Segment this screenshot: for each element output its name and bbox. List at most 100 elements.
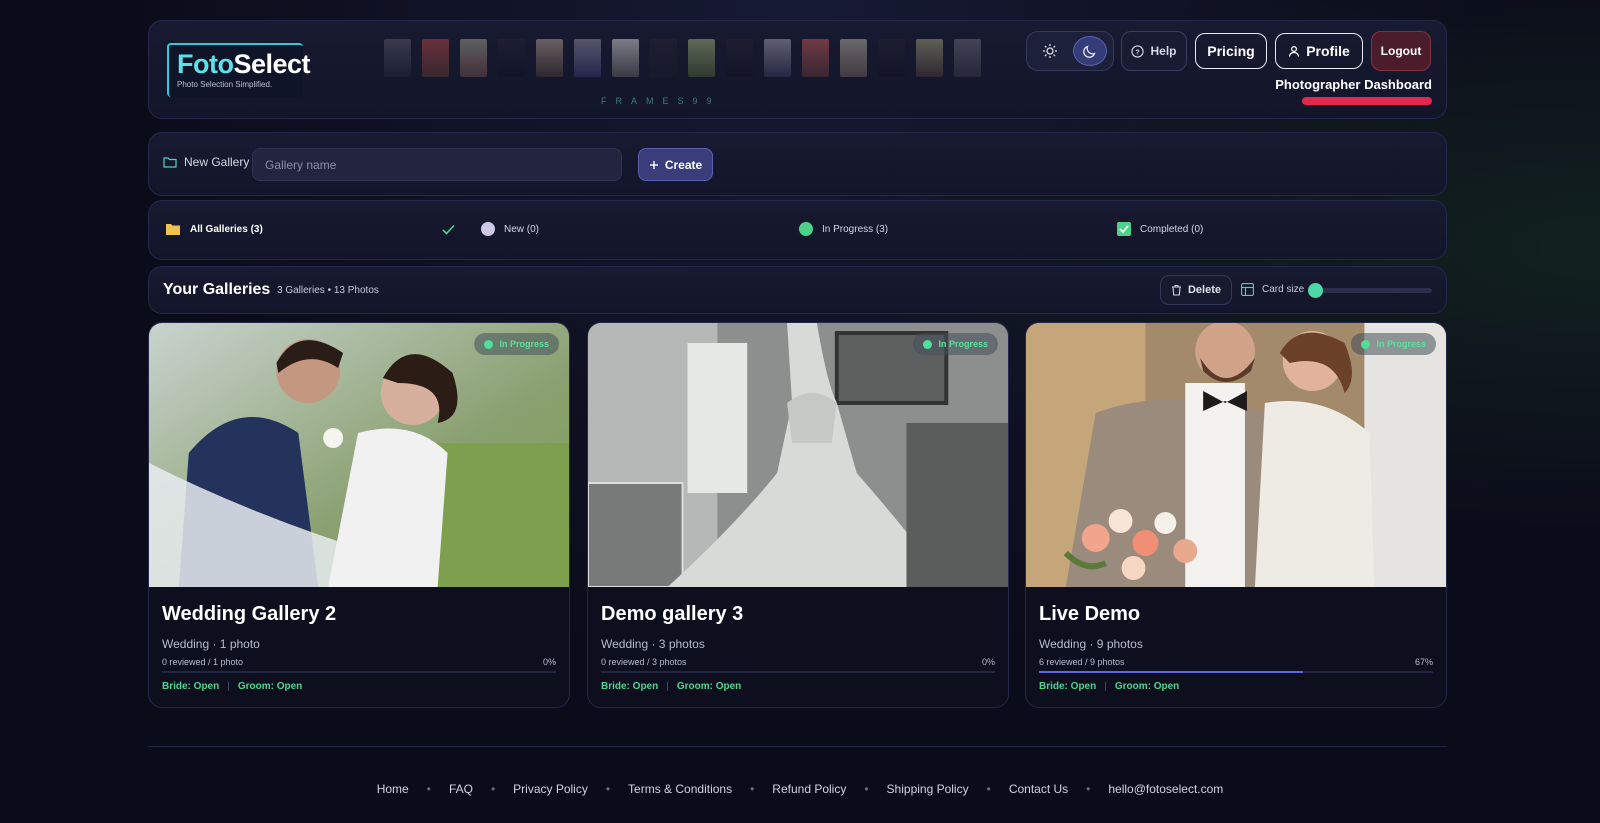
card-size-slider-handle[interactable] [1308, 283, 1323, 298]
new-gallery-label: New Gallery [163, 155, 249, 169]
dashboard-title: Photographer Dashboard [1275, 77, 1432, 92]
thumbnail [384, 39, 411, 77]
thumbnail [460, 39, 487, 77]
gallery-name-input[interactable]: Gallery name [252, 148, 622, 181]
new-status-dot [481, 222, 495, 236]
filter-in-progress[interactable]: In Progress (3) [799, 222, 888, 236]
gallery-cover-photo [149, 323, 569, 587]
sun-icon [1043, 44, 1057, 58]
access-status: Bride: Open | Groom: Open [1039, 681, 1180, 692]
gallery-card[interactable]: In Progress Wedding Gallery 2 Wedding · … [148, 322, 570, 708]
help-label: Help [1150, 44, 1177, 58]
theme-toggle [1026, 31, 1114, 71]
groom-status: Groom: Open [676, 681, 742, 692]
footer-link-shipping[interactable]: Shipping Policy [887, 782, 969, 796]
thumbnail [802, 39, 829, 77]
footer-link-email[interactable]: hello@fotoselect.com [1108, 782, 1223, 796]
gallery-subtitle: Wedding · 9 photos [1039, 637, 1143, 651]
help-icon: ? [1131, 44, 1145, 58]
gallery-card[interactable]: In Progress Live Demo Wedding · 9 photos… [1025, 322, 1447, 708]
gallery-count: 3 Galleries • 13 Photos [277, 285, 379, 296]
reviewed-count: 0 reviewed / 3 photos [601, 657, 687, 667]
thumbnail [498, 39, 525, 77]
fotoselect-logo[interactable]: FotoSelect Photo Selection Simplified. [167, 43, 311, 97]
gallery-card[interactable]: In Progress Demo gallery 3 Wedding · 3 p… [587, 322, 1009, 708]
trash-icon [1171, 284, 1181, 296]
progress-percent: 0% [542, 657, 556, 667]
thumbnail [574, 39, 601, 77]
filter-all-galleries[interactable]: All Galleries (3) [165, 222, 263, 236]
progress-bar [1039, 671, 1433, 673]
logout-button[interactable]: Logout [1371, 31, 1431, 71]
progress-percent: 0% [981, 657, 995, 667]
user-icon [1289, 45, 1300, 57]
status-badge: In Progress [1351, 333, 1436, 355]
profile-label: Profile [1306, 43, 1350, 59]
access-status: Bride: Open | Groom: Open [162, 681, 303, 692]
footer-link-privacy[interactable]: Privacy Policy [513, 782, 588, 796]
card-size-control: Card size [1241, 283, 1304, 296]
in-progress-status-dot [799, 222, 813, 236]
filter-new[interactable]: New (0) [481, 222, 539, 236]
gallery-title: Live Demo [1039, 603, 1141, 625]
thumbnail [536, 39, 563, 77]
status-badge: In Progress [474, 333, 559, 355]
dark-theme-button[interactable] [1073, 36, 1107, 66]
badge-dot-icon [1361, 339, 1371, 349]
dashboard-underline [1302, 97, 1432, 105]
gallery-title: Wedding Gallery 2 [162, 603, 337, 625]
progress-percent: 67% [1414, 657, 1433, 667]
badge-dot-icon [484, 339, 494, 349]
thumbnail [612, 39, 639, 77]
pricing-label: Pricing [1207, 43, 1255, 59]
progress-bar-fill [1039, 671, 1303, 673]
footer-link-faq[interactable]: FAQ [449, 782, 473, 796]
thumbnail [878, 39, 905, 77]
light-theme-button[interactable] [1033, 36, 1067, 66]
bride-status: Bride: Open [601, 681, 659, 692]
thumbnail [688, 39, 715, 77]
badge-dot-icon [923, 339, 933, 349]
frames-thumbnail-strip [384, 39, 981, 77]
gallery-title: Demo gallery 3 [601, 603, 744, 625]
card-size-label: Card size [1262, 284, 1305, 295]
logout-label: Logout [1380, 44, 1422, 58]
plus-icon [649, 160, 658, 169]
help-button[interactable]: ? Help [1121, 31, 1187, 71]
groom-status: Groom: Open [1114, 681, 1180, 692]
thumbnail [650, 39, 677, 77]
create-button[interactable]: Create [638, 148, 713, 181]
footer-link-home[interactable]: Home [377, 782, 409, 796]
footer-links: Home • FAQ • Privacy Policy • Terms & Condi… [376, 782, 1224, 796]
new-gallery-panel: New Gallery Gallery name Create [148, 132, 1447, 196]
profile-button[interactable]: Profile [1275, 33, 1363, 69]
footer-link-terms[interactable]: Terms & Conditions [628, 782, 732, 796]
progress-bar [162, 671, 556, 673]
status-filter-bar: All Galleries (3) New (0) In Progress (3… [148, 200, 1447, 260]
footer-link-refund[interactable]: Refund Policy [772, 782, 846, 796]
gallery-subtitle: Wedding · 1 photo [162, 637, 260, 651]
footer-link-contact[interactable]: Contact Us [1009, 782, 1068, 796]
folder-icon [166, 224, 180, 235]
folder-icon [163, 157, 177, 168]
svg-text:?: ? [1136, 47, 1141, 56]
gallery-cover-photo [1026, 323, 1446, 587]
moon-icon [1083, 45, 1096, 58]
thumbnail [422, 39, 449, 77]
thumbnail [764, 39, 791, 77]
logo-accent-text: Select [233, 49, 311, 79]
card-size-slider[interactable] [1308, 283, 1432, 298]
checkbox-icon [1117, 222, 1131, 236]
layout-icon [1241, 283, 1254, 296]
frames-label: FRAMES99 [601, 96, 721, 106]
delete-button[interactable]: Delete [1160, 275, 1232, 305]
filter-completed[interactable]: Completed (0) [1117, 222, 1203, 236]
create-label: Create [664, 157, 703, 172]
pricing-button[interactable]: Pricing [1195, 33, 1267, 69]
reviewed-count: 0 reviewed / 1 photo [162, 657, 244, 667]
bride-status: Bride: Open [162, 681, 220, 692]
delete-label: Delete [1187, 284, 1222, 296]
bride-status: Bride: Open [1039, 681, 1097, 692]
access-status: Bride: Open | Groom: Open [601, 681, 742, 692]
check-icon [442, 224, 455, 235]
